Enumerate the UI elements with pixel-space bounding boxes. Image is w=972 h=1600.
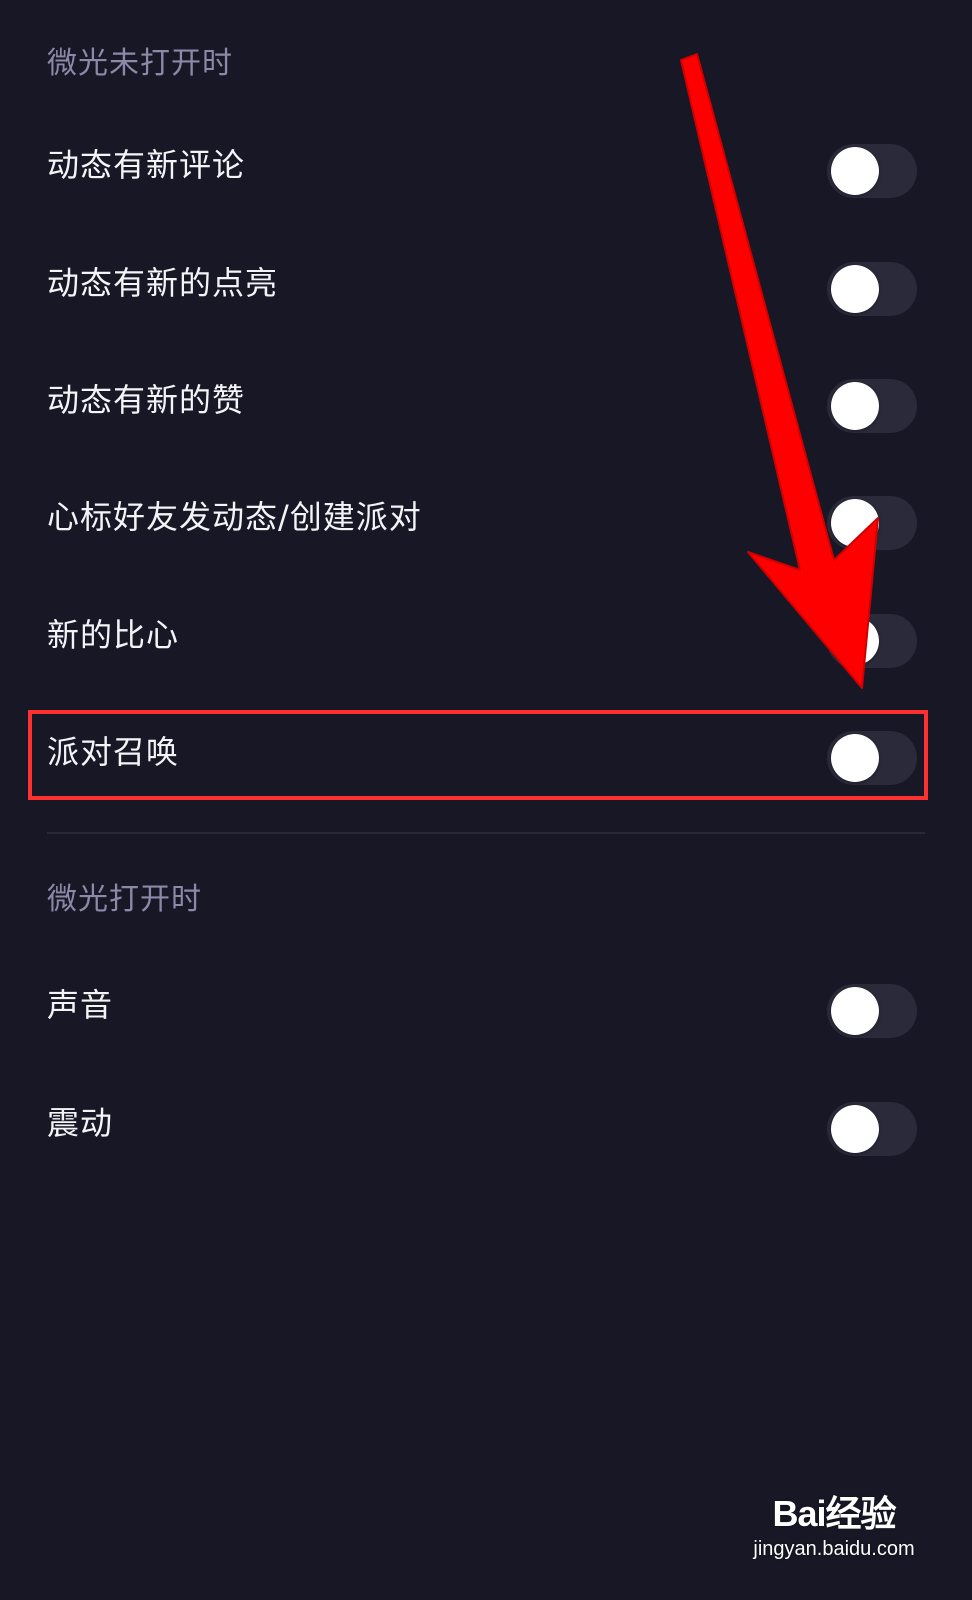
toggle-knob — [831, 734, 879, 782]
baidu-jingyan-watermark: Bai经验 jingyan.baidu.com — [744, 1492, 924, 1582]
setting-row-vibrate[interactable]: 震动 — [0, 1078, 972, 1168]
setting-label: 派对召唤 — [47, 733, 180, 771]
toggle-switch[interactable] — [827, 379, 917, 433]
watermark-logo-text: Bai经验 — [772, 1493, 896, 1534]
setting-row-new-heart[interactable]: 新的比心 — [0, 590, 972, 680]
toggle-switch[interactable] — [827, 984, 917, 1038]
toggle-switch[interactable] — [827, 496, 917, 550]
toggle-knob — [831, 987, 879, 1035]
section-divider — [47, 832, 925, 834]
watermark-logo: Bai经验 — [744, 1492, 924, 1536]
setting-label: 动态有新的点亮 — [47, 264, 279, 302]
setting-label: 新的比心 — [47, 616, 180, 654]
setting-row-new-light[interactable]: 动态有新的点亮 — [0, 238, 972, 328]
toggle-knob — [831, 499, 879, 547]
setting-row-party-summon[interactable]: 派对召唤 — [0, 707, 972, 797]
setting-label: 动态有新评论 — [47, 146, 246, 184]
setting-row-new-comment[interactable]: 动态有新评论 — [0, 120, 972, 210]
toggle-switch[interactable] — [827, 144, 917, 198]
toggle-knob — [831, 265, 879, 313]
setting-label: 动态有新的赞 — [47, 381, 246, 419]
toggle-knob — [831, 382, 879, 430]
setting-label: 声音 — [47, 986, 114, 1024]
toggle-knob — [831, 147, 879, 195]
setting-label: 震动 — [47, 1104, 114, 1142]
toggle-switch[interactable] — [827, 262, 917, 316]
section-title-glow-off: 微光未打开时 — [47, 46, 233, 81]
setting-row-starred-friend[interactable]: 心标好友发动态/创建派对 — [0, 472, 972, 562]
toggle-switch[interactable] — [827, 1102, 917, 1156]
setting-row-sound[interactable]: 声音 — [0, 960, 972, 1050]
toggle-switch[interactable] — [827, 614, 917, 668]
section-title-glow-on: 微光打开时 — [47, 882, 202, 917]
setting-row-new-like[interactable]: 动态有新的赞 — [0, 355, 972, 445]
watermark-url: jingyan.baidu.com — [753, 1538, 915, 1560]
toggle-knob — [831, 617, 879, 665]
toggle-knob — [831, 1105, 879, 1153]
setting-label: 心标好友发动态/创建派对 — [47, 498, 422, 536]
toggle-switch[interactable] — [827, 731, 917, 785]
